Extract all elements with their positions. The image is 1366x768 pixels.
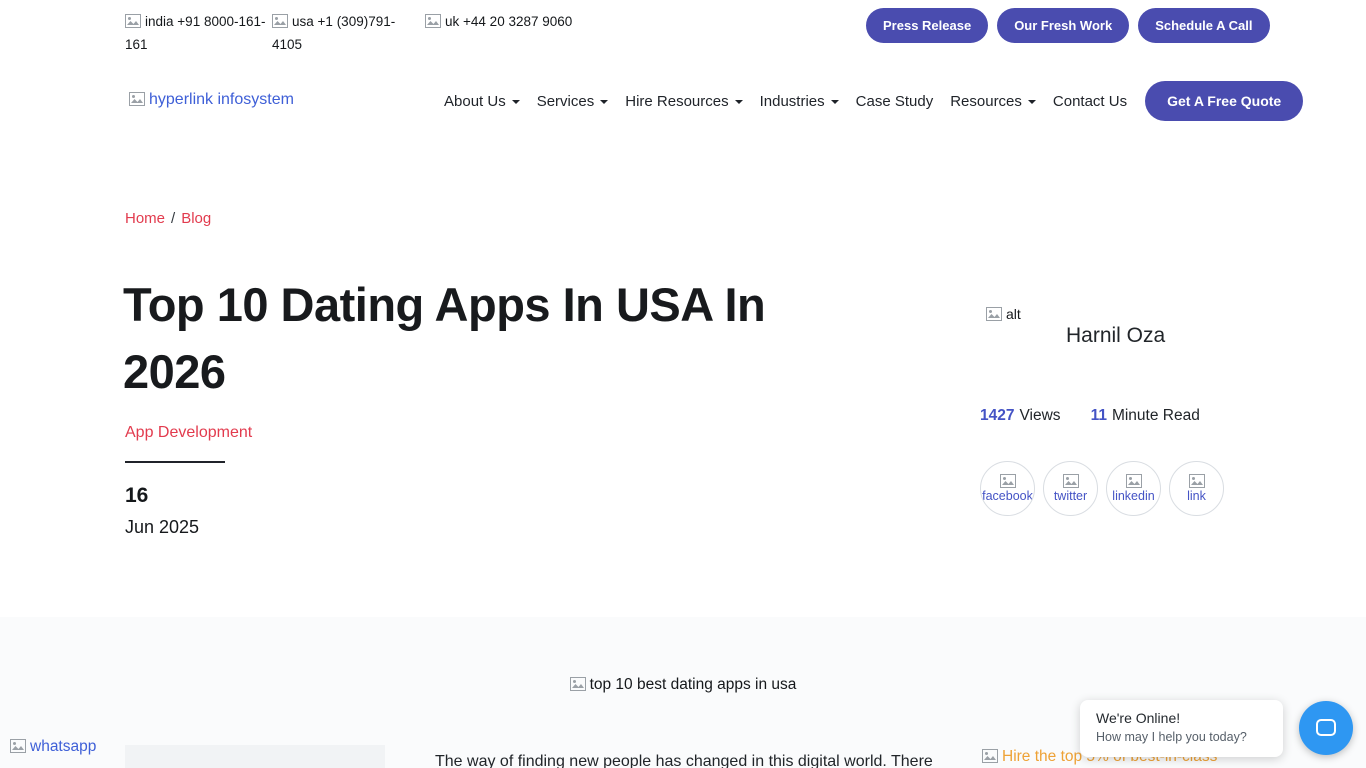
- read-time-count: 11: [1091, 407, 1107, 424]
- share-buttons: facebook twitter linkedin link: [980, 461, 1224, 516]
- phone-number-uk: +44 20 3287 9060: [463, 14, 572, 29]
- chevron-down-icon: [512, 100, 520, 104]
- avatar-alt-text: alt: [1006, 306, 1021, 322]
- schedule-a-call-button[interactable]: Schedule A Call: [1138, 8, 1269, 43]
- phone-number-usa: +1 (309)791-4105: [272, 14, 395, 52]
- table-of-contents-box: [125, 745, 385, 768]
- breadcrumb-blog-link[interactable]: Blog: [181, 210, 211, 227]
- chevron-down-icon: [600, 100, 608, 104]
- link-alt-text: link: [1187, 489, 1206, 503]
- facebook-alt-text: facebook: [982, 489, 1033, 503]
- breadcrumb-separator: /: [171, 210, 175, 227]
- press-release-button[interactable]: Press Release: [866, 8, 988, 43]
- category-link[interactable]: App Development: [125, 424, 252, 442]
- nav-label: Resources: [950, 93, 1022, 110]
- whatsapp-icon: [10, 739, 26, 753]
- uk-flag-alt: uk: [445, 14, 459, 29]
- phone-usa[interactable]: usa +1 (309)791-4105: [272, 10, 404, 56]
- hero-broken-image-icon: [570, 677, 586, 691]
- usa-flag-alt: usa: [292, 14, 314, 29]
- live-chat-button[interactable]: [1299, 701, 1353, 755]
- read-time-label: Minute Read: [1112, 407, 1200, 424]
- views-count: 1427: [980, 407, 1014, 424]
- chevron-down-icon: [735, 100, 743, 104]
- uk-flag-icon: [425, 14, 441, 28]
- avatar-broken-image-icon: [986, 307, 1002, 321]
- logo-alt-text: hyperlink infosystem: [149, 91, 294, 108]
- whatsapp-alt-text: whatsapp: [30, 738, 96, 755]
- page-title: Top 10 Dating Apps In USA In 2026: [123, 272, 823, 405]
- get-free-quote-button[interactable]: Get A Free Quote: [1145, 81, 1303, 121]
- nav-item-contact-us[interactable]: Contact Us: [1053, 93, 1127, 110]
- read-time-stat: 11 Minute Read: [1091, 407, 1200, 425]
- linkedin-alt-text: linkedin: [1112, 489, 1154, 503]
- article-stats: 1427 Views 11 Minute Read: [980, 407, 1200, 425]
- phone-uk[interactable]: uk +44 20 3287 9060: [425, 10, 635, 33]
- hero-image-alt-text: top 10 best dating apps in usa: [590, 676, 797, 693]
- india-flag-alt: india: [145, 14, 174, 29]
- facebook-share-button[interactable]: facebook: [980, 461, 1035, 516]
- promo-broken-image-icon: [982, 749, 998, 763]
- nav-label: Case Study: [856, 93, 934, 110]
- chat-status-tooltip: We're Online! How may I help you today?: [1080, 700, 1283, 757]
- nav-item-resources[interactable]: Resources: [950, 93, 1036, 110]
- nav-item-case-study[interactable]: Case Study: [856, 93, 934, 110]
- india-flag-icon: [125, 14, 141, 28]
- author-avatar: alt: [986, 306, 1021, 322]
- publish-date-day: 16: [125, 484, 148, 508]
- logo-broken-image-icon: [129, 92, 145, 106]
- breadcrumb: Home / Blog: [125, 210, 211, 227]
- our-fresh-work-button[interactable]: Our Fresh Work: [997, 8, 1129, 43]
- breadcrumb-home-link[interactable]: Home: [125, 210, 165, 227]
- nav-label: Industries: [760, 93, 825, 110]
- chevron-down-icon: [1028, 100, 1036, 104]
- usa-flag-icon: [272, 14, 288, 28]
- article-intro-paragraph: The way of finding new people has change…: [435, 749, 935, 768]
- title-divider: [125, 461, 225, 463]
- copy-link-share-button[interactable]: link: [1169, 461, 1224, 516]
- chat-bubble-icon: [1314, 716, 1338, 740]
- blog-page: india +91 8000-161-161 usa +1 (309)791-4…: [0, 0, 1366, 768]
- nav-item-hire-resources[interactable]: Hire Resources: [625, 93, 742, 110]
- main-nav: About Us Services Hire Resources Industr…: [444, 80, 1303, 122]
- topbar-buttons: Press Release Our Fresh Work Schedule A …: [866, 8, 1270, 43]
- hero-image: top 10 best dating apps in usa: [0, 676, 1366, 694]
- phone-india[interactable]: india +91 8000-161-161: [125, 10, 275, 56]
- whatsapp-chat-link[interactable]: whatsapp: [10, 738, 96, 756]
- nav-item-industries[interactable]: Industries: [760, 93, 839, 110]
- nav-label: Services: [537, 93, 595, 110]
- twitter-icon: [1063, 474, 1079, 488]
- author-name: Harnil Oza: [1066, 324, 1165, 348]
- facebook-icon: [1000, 474, 1016, 488]
- views-label: Views: [1019, 407, 1060, 424]
- chat-greeting: How may I help you today?: [1096, 730, 1267, 744]
- linkedin-icon: [1126, 474, 1142, 488]
- nav-item-services[interactable]: Services: [537, 93, 609, 110]
- chat-online-status: We're Online!: [1096, 710, 1267, 726]
- nav-label: Contact Us: [1053, 93, 1127, 110]
- publish-date-month-year: Jun 2025: [125, 517, 199, 538]
- views-stat: 1427 Views: [980, 407, 1061, 425]
- twitter-alt-text: twitter: [1054, 489, 1087, 503]
- nav-item-about-us[interactable]: About Us: [444, 93, 520, 110]
- twitter-share-button[interactable]: twitter: [1043, 461, 1098, 516]
- chevron-down-icon: [831, 100, 839, 104]
- link-icon: [1189, 474, 1205, 488]
- nav-label: Hire Resources: [625, 93, 728, 110]
- site-logo[interactable]: hyperlink infosystem: [129, 91, 294, 109]
- nav-label: About Us: [444, 93, 506, 110]
- linkedin-share-button[interactable]: linkedin: [1106, 461, 1161, 516]
